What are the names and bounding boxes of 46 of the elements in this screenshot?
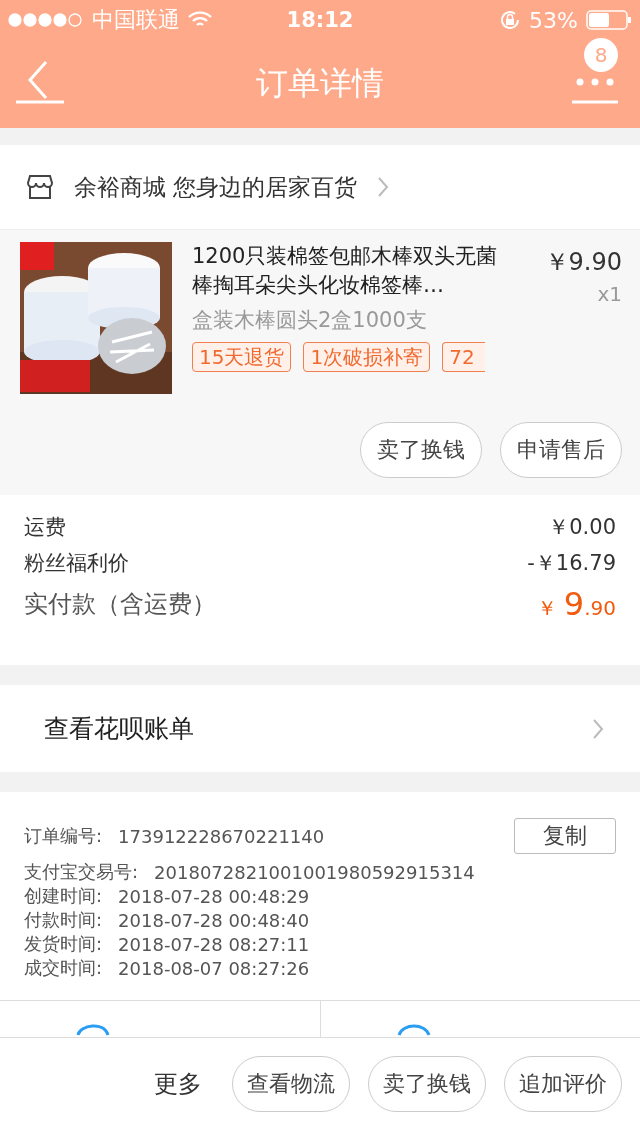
- service-tag: 15天退货: [192, 342, 292, 372]
- page-title: 订单详情: [256, 63, 384, 104]
- info-label: 发货时间:: [24, 932, 103, 956]
- info-label: 成交时间:: [24, 956, 103, 980]
- rotation-lock-icon: [499, 9, 522, 31]
- action-button[interactable]: 查看物流: [232, 1056, 350, 1112]
- fee-amount: -￥16.79: [527, 550, 616, 577]
- copy-button[interactable]: 复制: [514, 818, 616, 854]
- chevron-right-icon: [377, 176, 390, 198]
- notification-badge: 8: [584, 38, 618, 72]
- fee-label: 运费: [24, 514, 66, 541]
- service-tag: 1次破损补寄: [303, 342, 431, 372]
- action-button[interactable]: 卖了换钱: [368, 1056, 486, 1112]
- signal-icon: [8, 13, 84, 27]
- action-button[interactable]: 卖了换钱: [360, 422, 482, 478]
- carrier-name: 中国联通: [92, 6, 180, 34]
- product-title[interactable]: 1200只装棉签包邮木棒双头无菌棒掏耳朵尖头化妆棉签棒…: [192, 242, 514, 300]
- info-value: 2018-07-28 00:48:29: [118, 885, 310, 907]
- info-value: 2018-07-28 00:48:40: [118, 909, 310, 931]
- info-label: 付款时间:: [24, 908, 103, 932]
- fee-amount: ￥0.00: [548, 514, 616, 541]
- info-label: 订单编号:: [24, 824, 103, 848]
- info-label: 支付宝交易号:: [24, 860, 139, 884]
- more-link[interactable]: 更多: [154, 1068, 202, 1100]
- fee-label: 粉丝福利价: [24, 550, 129, 577]
- product-price: ￥9.90: [543, 247, 622, 278]
- back-icon: [16, 58, 64, 106]
- info-value: 173912228670221140: [118, 825, 325, 847]
- product-variant: 盒装木棒圆头2盒1000支: [192, 307, 428, 334]
- total-amount: ￥ 9.90: [537, 585, 616, 623]
- bill-link[interactable]: 查看花呗账单: [44, 712, 194, 745]
- info-value: 2018-08-07 08:27:26: [118, 957, 310, 979]
- battery-icon: [586, 10, 632, 30]
- total-label: 实付款（含运费）: [24, 589, 216, 620]
- info-value: 2018072821001001980592915314: [154, 861, 475, 883]
- info-value: 2018-07-28 08:27:11: [118, 933, 310, 955]
- service-tag: 72: [442, 342, 485, 372]
- chevron-right-icon: [592, 717, 604, 740]
- product-quantity: x1: [596, 282, 622, 306]
- action-button[interactable]: 追加评价: [504, 1056, 622, 1112]
- action-button[interactable]: 申请售后: [500, 422, 622, 478]
- store-name[interactable]: 余裕商城 您身边的居家百货: [74, 171, 358, 203]
- clock-time: 18:12: [286, 8, 354, 32]
- store-icon: [26, 174, 54, 200]
- info-label: 创建时间:: [24, 884, 103, 908]
- battery-percent: 53%: [529, 7, 578, 33]
